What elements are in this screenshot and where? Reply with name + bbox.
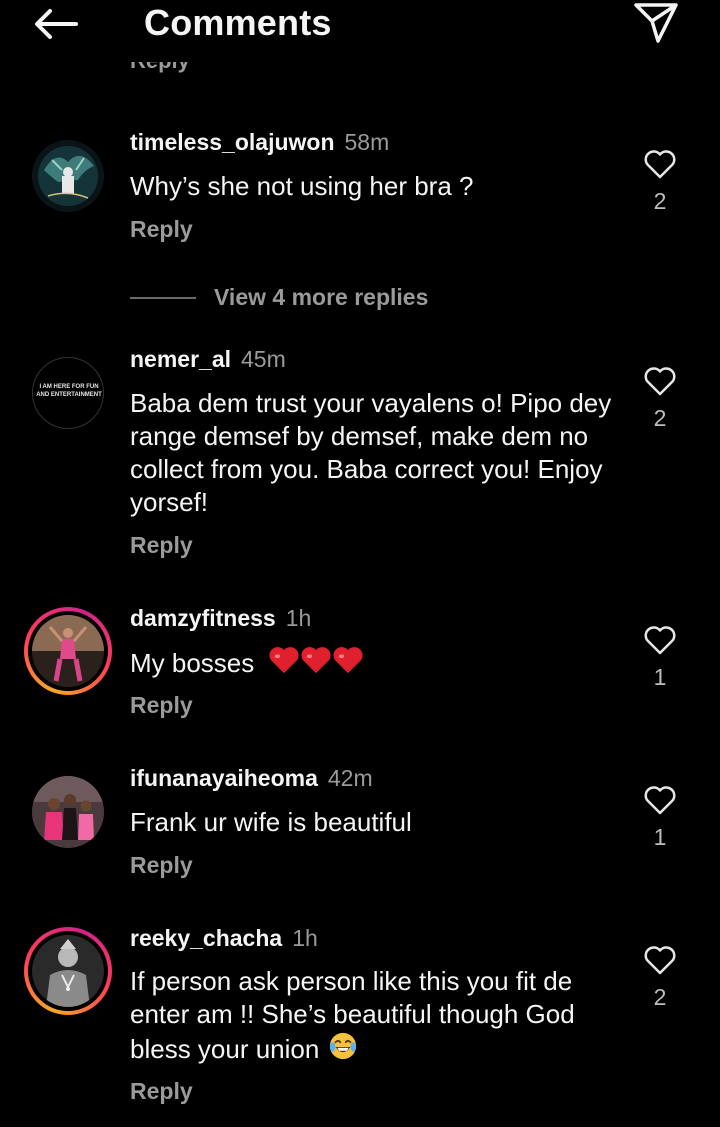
avatar-image bbox=[32, 776, 104, 848]
like-button[interactable] bbox=[640, 147, 680, 181]
comment-header: damzyfitness 1h bbox=[130, 604, 311, 632]
timestamp: 58m bbox=[344, 129, 390, 155]
username[interactable]: nemer_al bbox=[130, 346, 231, 372]
reply-button[interactable]: Reply bbox=[130, 216, 193, 243]
like-button[interactable] bbox=[640, 783, 680, 817]
username[interactable]: timeless_olajuwon bbox=[130, 129, 335, 155]
username[interactable]: reeky_chacha bbox=[130, 925, 282, 951]
reply-button[interactable]: Reply bbox=[130, 852, 193, 879]
divider-line bbox=[130, 297, 196, 299]
heart-outline-icon bbox=[644, 150, 676, 179]
story-avatar[interactable] bbox=[24, 927, 112, 1015]
comment-text-row: My bosses bbox=[130, 645, 620, 680]
heart-outline-icon bbox=[644, 946, 676, 975]
red-heart-icon bbox=[332, 647, 363, 674]
svg-text:AND ENTERTAINMENT: AND ENTERTAINMENT bbox=[36, 392, 102, 398]
like-button[interactable] bbox=[640, 364, 680, 398]
avatar[interactable] bbox=[32, 776, 104, 848]
like-count: 2 bbox=[653, 405, 667, 431]
like-count: 2 bbox=[653, 984, 667, 1010]
paper-plane-icon bbox=[634, 3, 678, 43]
header-bar: Comments bbox=[0, 0, 720, 56]
timestamp: 42m bbox=[327, 765, 373, 791]
comment-text-row: If person ask person like this you fit d… bbox=[130, 965, 620, 1066]
avatar-image bbox=[32, 935, 104, 1007]
avatar[interactable] bbox=[32, 140, 104, 212]
share-button[interactable] bbox=[630, 0, 682, 46]
timestamp: 1h bbox=[292, 925, 318, 951]
view-more-label: View 4 more replies bbox=[214, 284, 429, 310]
red-heart-icon bbox=[268, 647, 299, 674]
avatar-image bbox=[32, 140, 104, 212]
comment-text: Baba dem trust your vayalens o! Pipo dey… bbox=[130, 388, 612, 517]
comment-header: reeky_chacha 1h bbox=[130, 924, 318, 952]
like-button[interactable] bbox=[640, 623, 680, 657]
avatar-image bbox=[32, 615, 104, 687]
like-count: 1 bbox=[653, 824, 667, 850]
comment-text: Why’s she not using her bra ? bbox=[130, 171, 474, 201]
page-title: Comments bbox=[144, 2, 332, 43]
heart-outline-icon bbox=[644, 367, 676, 396]
timestamp: 1h bbox=[285, 605, 312, 631]
comment-header: nemer_al 45m bbox=[130, 345, 286, 373]
username[interactable]: ifunanayaiheoma bbox=[130, 765, 318, 791]
reply-button[interactable]: Reply bbox=[130, 1078, 193, 1105]
like-count: 2 bbox=[653, 188, 667, 214]
like-count: 1 bbox=[653, 664, 667, 690]
like-button[interactable] bbox=[640, 943, 680, 977]
heart-outline-icon bbox=[644, 626, 676, 655]
username[interactable]: damzyfitness bbox=[130, 605, 276, 631]
heart-emojis bbox=[268, 647, 364, 678]
comment-header: ifunanayaiheoma 42m bbox=[130, 764, 373, 792]
story-avatar[interactable] bbox=[24, 607, 112, 695]
back-button[interactable] bbox=[30, 4, 82, 44]
arrow-left-icon bbox=[35, 9, 78, 39]
reply-button[interactable]: Reply bbox=[130, 532, 193, 559]
red-heart-icon bbox=[300, 647, 331, 674]
laughing-tears-emoji-icon bbox=[329, 1032, 356, 1060]
reply-button[interactable]: Reply bbox=[130, 692, 193, 719]
avatar-image: I AM HERE FOR FUN AND ENTERTAINMENT bbox=[36, 384, 102, 398]
comment-header: timeless_olajuwon 58m bbox=[130, 128, 389, 156]
comment-text: My bosses bbox=[130, 648, 255, 678]
svg-text:I AM HERE FOR FUN: I AM HERE FOR FUN bbox=[39, 384, 98, 390]
comment-text: Frank ur wife is beautiful bbox=[130, 807, 412, 837]
heart-outline-icon bbox=[644, 786, 676, 815]
previous-reply-link[interactable]: Reply bbox=[130, 62, 210, 76]
avatar[interactable]: I AM HERE FOR FUN AND ENTERTAINMENT bbox=[32, 357, 104, 429]
timestamp: 45m bbox=[241, 346, 286, 372]
